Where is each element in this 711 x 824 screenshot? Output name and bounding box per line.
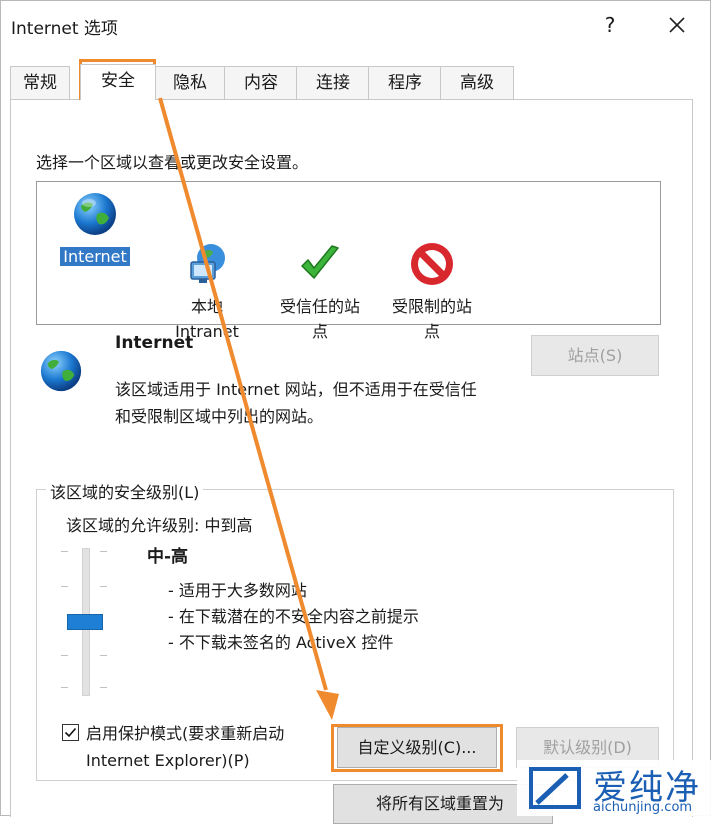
annotation-arrow — [158, 97, 339, 720]
watermark-subtext: aichunjing.com — [593, 800, 693, 815]
tab-security[interactable]: 安全 — [80, 64, 156, 100]
watermark: 爱纯净 aichunjing.com — [517, 760, 711, 816]
watermark-logo-icon — [529, 767, 581, 809]
